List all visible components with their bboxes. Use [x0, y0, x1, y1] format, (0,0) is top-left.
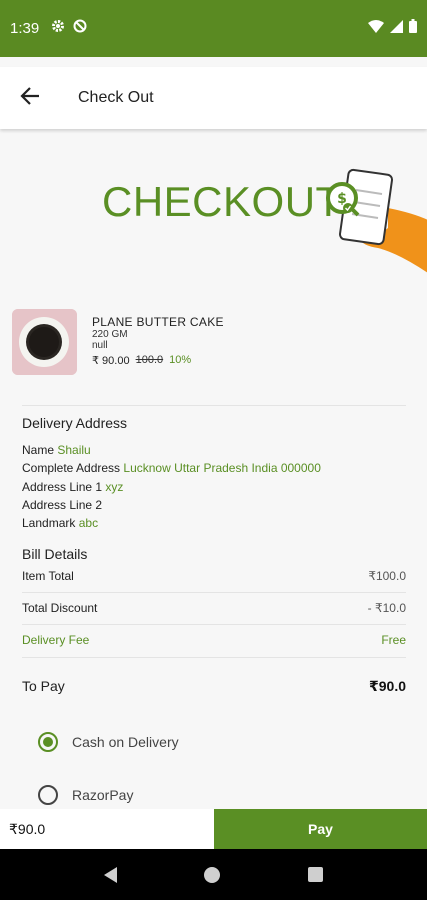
product-weight: 220 GM	[92, 329, 128, 340]
address-label: Name	[22, 443, 55, 457]
status-time: 1:39	[10, 20, 40, 37]
bottom-pay-bar: ₹90.0 Pay	[0, 809, 427, 849]
divider	[22, 624, 406, 625]
delivery-fee-row: Delivery Fee Free	[22, 633, 406, 647]
status-bar: 1:39	[0, 0, 427, 57]
arrow-back-icon	[20, 86, 40, 110]
divider	[22, 657, 406, 658]
app-bar: Check Out	[0, 67, 427, 129]
delivery-address-title: Delivery Address	[22, 415, 128, 431]
system-nav-bar	[0, 849, 427, 900]
address-label: Landmark	[22, 516, 76, 530]
address-label: Address Line 2	[22, 498, 103, 512]
delivery-fee-label: Delivery Fee	[22, 633, 90, 647]
radio-button-selected[interactable]	[38, 732, 58, 752]
to-pay-label: To Pay	[22, 678, 65, 694]
address-label: Address Line 1	[22, 480, 103, 494]
wifi-icon	[368, 19, 384, 38]
bill-details-title: Bill Details	[22, 546, 88, 562]
banner-text: CHECKOUT	[102, 178, 342, 225]
payment-option-razorpay[interactable]: RazorPay	[38, 785, 133, 805]
delivery-fee-value: Free	[381, 633, 406, 647]
divider	[22, 405, 406, 406]
address-value: Shailu	[57, 443, 91, 457]
address-complete-row: Complete Address Lucknow Uttar Pradesh I…	[22, 461, 321, 475]
item-total-label: Item Total	[22, 569, 74, 583]
hand-phone-illustration-icon: $	[318, 168, 427, 278]
product-note: null	[92, 340, 108, 351]
discount-value: - ₹10.0	[367, 601, 406, 615]
address-name-row: Name Shailu	[22, 443, 91, 457]
discount-label: Total Discount	[22, 601, 98, 615]
back-button[interactable]	[0, 67, 60, 129]
address-landmark-row: Landmark abc	[22, 516, 98, 530]
to-pay-value: ₹90.0	[369, 678, 406, 694]
address-value: abc	[78, 516, 99, 530]
signal-icon	[390, 19, 403, 38]
settings-icon	[51, 19, 65, 38]
payment-option-cod[interactable]: Cash on Delivery	[38, 732, 179, 752]
product-image	[12, 309, 77, 375]
address-value: xyz	[105, 480, 124, 494]
product-old-price: 100.0	[135, 354, 164, 366]
discount-row: Total Discount - ₹10.0	[22, 601, 406, 615]
battery-icon	[409, 19, 417, 38]
item-total-value: ₹100.0	[368, 569, 406, 583]
product-name: PLANE BUTTER CAKE	[92, 315, 224, 329]
to-pay-row: To Pay ₹90.0	[22, 678, 406, 695]
payment-option-label: Cash on Delivery	[72, 734, 179, 750]
address-value: Lucknow Uttar Pradesh India 000000	[123, 461, 321, 475]
address-line1-row: Address Line 1 xyz	[22, 480, 123, 494]
address-label: Complete Address	[22, 461, 121, 475]
address-line2-row: Address Line 2	[22, 498, 102, 512]
nav-home-icon[interactable]	[204, 866, 221, 883]
item-total-row: Item Total ₹100.0	[22, 569, 406, 583]
bottom-total: ₹90.0	[9, 820, 46, 837]
page-title: Check Out	[78, 89, 154, 106]
product-item: PLANE BUTTER CAKE 220 GM null ₹ 90.00 10…	[12, 309, 412, 379]
checkout-banner: CHECKOUT $	[0, 160, 427, 273]
nav-back-icon[interactable]	[103, 866, 117, 883]
nav-recents-icon[interactable]	[308, 867, 324, 882]
radio-button[interactable]	[38, 785, 58, 805]
data-saver-icon	[73, 19, 87, 38]
pay-button[interactable]: Pay	[214, 809, 427, 849]
product-discount: 10%	[169, 354, 192, 366]
payment-option-label: RazorPay	[72, 787, 134, 803]
product-price: ₹ 90.00	[92, 355, 130, 367]
divider	[22, 592, 406, 593]
